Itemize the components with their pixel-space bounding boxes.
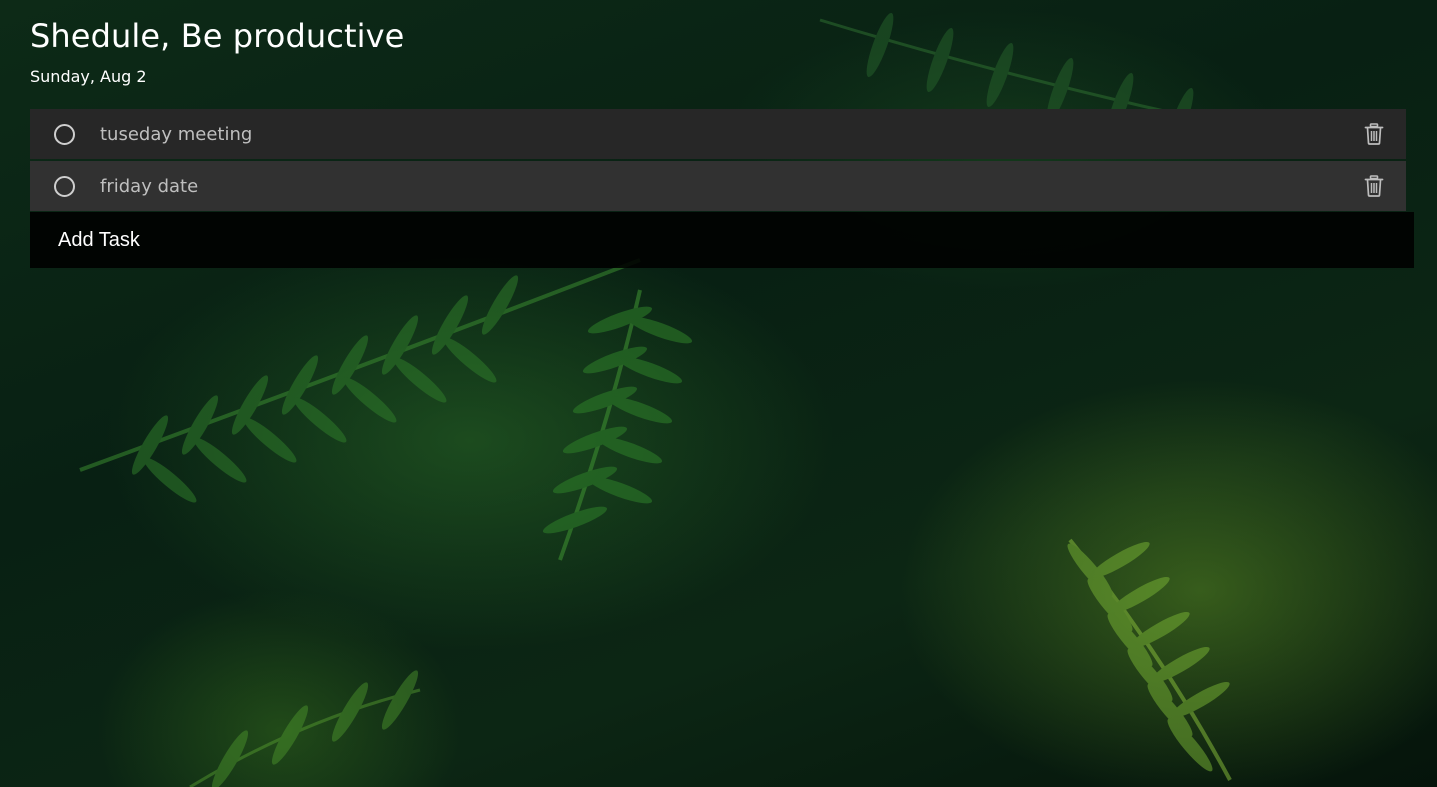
trash-icon[interactable]	[1364, 123, 1384, 145]
task-item[interactable]: tuseday meeting	[30, 109, 1406, 159]
task-label[interactable]: friday date	[100, 174, 198, 200]
circle-outline-icon[interactable]	[54, 176, 75, 197]
page-title: Shedule, Be productive	[30, 17, 405, 55]
current-date: Sunday, Aug 2	[30, 67, 147, 86]
circle-outline-icon[interactable]	[54, 124, 75, 145]
task-label[interactable]: tuseday meeting	[100, 122, 252, 148]
task-list: tuseday meeting friday date	[30, 109, 1406, 213]
trash-icon[interactable]	[1364, 175, 1384, 197]
task-item[interactable]: friday date	[30, 161, 1406, 211]
add-task-input[interactable]: Add Task	[30, 212, 1414, 268]
add-task-placeholder: Add Task	[58, 228, 140, 251]
